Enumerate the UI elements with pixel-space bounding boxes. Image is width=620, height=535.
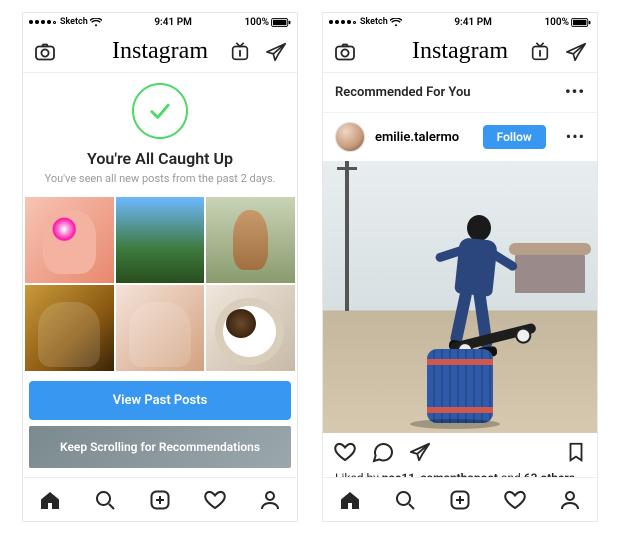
status-bar: Sketch 9:41 PM 100% xyxy=(23,13,297,31)
likes-row[interactable]: Liked by nae11, samanthapoet and 63 othe… xyxy=(323,471,597,477)
home-icon[interactable] xyxy=(38,488,62,512)
wifi-icon xyxy=(390,18,402,27)
post-author-row: emilie.talermo Follow ••• xyxy=(323,113,597,161)
home-icon[interactable] xyxy=(338,488,362,512)
camera-icon[interactable] xyxy=(33,40,57,64)
battery-pct: 100% xyxy=(244,17,269,28)
grid-tile[interactable] xyxy=(206,197,295,283)
recommended-header: Recommended For You ••• xyxy=(323,73,597,113)
share-icon[interactable] xyxy=(409,441,431,463)
more-icon[interactable]: ••• xyxy=(565,90,585,95)
profile-icon[interactable] xyxy=(258,488,282,512)
status-battery: 100% xyxy=(544,17,591,28)
top-bar: Instagram xyxy=(23,31,297,73)
bottom-nav xyxy=(23,477,297,521)
phone-left: Sketch 9:41 PM 100% Instagram xyxy=(22,12,298,522)
caught-up-sub: You've seen all new posts from the past … xyxy=(45,172,276,185)
igtv-icon[interactable] xyxy=(529,41,551,63)
topbar-left xyxy=(33,40,93,64)
post-image[interactable] xyxy=(323,161,597,433)
grid-tile[interactable] xyxy=(116,197,205,283)
new-post-icon[interactable] xyxy=(148,488,172,512)
feed-content[interactable]: You're All Caught Up You've seen all new… xyxy=(23,73,297,477)
direct-icon[interactable] xyxy=(265,41,287,63)
igtv-icon[interactable] xyxy=(229,41,251,63)
avatar[interactable] xyxy=(335,122,365,152)
instagram-logo[interactable]: Instagram xyxy=(112,38,208,65)
direct-icon[interactable] xyxy=(565,41,587,63)
liked-prefix: Liked by xyxy=(335,471,382,477)
profile-icon[interactable] xyxy=(558,488,582,512)
status-signal: Sketch xyxy=(29,17,102,27)
recommended-label: Recommended For You xyxy=(335,85,471,100)
others-count[interactable]: 63 others xyxy=(524,471,575,477)
search-icon[interactable] xyxy=(393,488,417,512)
topbar-left xyxy=(333,40,393,64)
status-time: 9:41 PM xyxy=(102,17,245,28)
past-posts-grid xyxy=(23,197,297,371)
grid-tile[interactable] xyxy=(206,285,295,371)
checkmark-icon xyxy=(132,83,188,139)
liker-2[interactable]: samanthapoet xyxy=(420,471,497,477)
carrier-label: Sketch xyxy=(60,17,88,27)
search-icon[interactable] xyxy=(93,488,117,512)
follow-button[interactable]: Follow xyxy=(483,125,546,149)
grid-tile[interactable] xyxy=(25,197,114,283)
bottom-nav xyxy=(323,477,597,521)
post-actions xyxy=(323,433,597,471)
keep-scrolling-banner[interactable]: Keep Scrolling for Recommendations xyxy=(29,426,291,468)
top-bar: Instagram xyxy=(323,31,597,73)
new-post-icon[interactable] xyxy=(448,488,472,512)
phone-right: Sketch 9:41 PM 100% Instagram Recommende… xyxy=(322,12,598,522)
post-more-icon[interactable]: ••• xyxy=(566,135,585,140)
grid-tile[interactable] xyxy=(116,285,205,371)
activity-icon[interactable] xyxy=(503,488,527,512)
grid-tile[interactable] xyxy=(25,285,114,371)
comment-icon[interactable] xyxy=(371,440,395,464)
battery-pct: 100% xyxy=(544,17,569,28)
wifi-icon xyxy=(90,18,102,27)
status-battery: 100% xyxy=(244,17,291,28)
camera-icon[interactable] xyxy=(333,40,357,64)
username-label[interactable]: emilie.talermo xyxy=(375,130,473,145)
topbar-right xyxy=(227,41,287,63)
like-icon[interactable] xyxy=(333,440,357,464)
instagram-logo[interactable]: Instagram xyxy=(412,38,508,65)
view-past-posts-button[interactable]: View Past Posts xyxy=(29,381,291,420)
carrier-label: Sketch xyxy=(360,17,388,27)
liker-1[interactable]: nae11 xyxy=(382,471,415,477)
save-icon[interactable] xyxy=(565,441,587,463)
caught-up-title: You're All Caught Up xyxy=(87,149,233,168)
topbar-right xyxy=(527,41,587,63)
feed-content[interactable]: Recommended For You ••• emilie.talermo F… xyxy=(323,73,597,477)
status-signal: Sketch xyxy=(329,17,402,27)
activity-icon[interactable] xyxy=(203,488,227,512)
status-time: 9:41 PM xyxy=(402,17,545,28)
caught-up-card: You're All Caught Up You've seen all new… xyxy=(23,73,297,197)
status-bar: Sketch 9:41 PM 100% xyxy=(323,13,597,31)
